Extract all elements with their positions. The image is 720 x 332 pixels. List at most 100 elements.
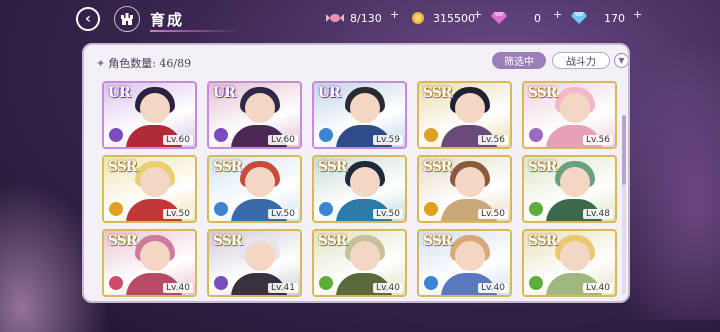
character-card[interactable]: UR Lv.59 — [312, 81, 407, 149]
title-underline — [150, 30, 240, 32]
level-label: Lv.40 — [583, 283, 613, 293]
level-label: Lv.50 — [163, 209, 193, 219]
rarity-badge: SSR — [213, 233, 243, 249]
element-icon — [318, 201, 334, 217]
element-icon — [318, 127, 334, 143]
character-card[interactable]: SSR Lv.56 — [417, 81, 512, 149]
portrait-face — [140, 93, 170, 123]
portrait-face — [140, 241, 170, 271]
character-count: ✦ 角色数量: 46/89 — [96, 55, 191, 71]
rarity-badge: SSR — [528, 85, 558, 101]
level-label: Lv.56 — [583, 135, 613, 145]
filter-button[interactable]: 筛选中 — [492, 52, 546, 69]
portrait-face — [455, 167, 485, 197]
pink-gem-value: 0 — [534, 11, 541, 25]
candy-value: 8/130 — [350, 11, 382, 25]
portrait-face — [455, 93, 485, 123]
character-count-text: 角色数量: 46/89 — [108, 57, 192, 70]
rarity-badge: UR — [318, 85, 341, 101]
portrait-face — [560, 241, 590, 271]
element-icon — [108, 201, 124, 217]
sparkle-icon: ✦ — [96, 57, 106, 70]
rarity-badge: SSR — [423, 233, 453, 249]
level-label: Lv.60 — [268, 135, 298, 145]
element-icon — [423, 275, 439, 291]
back-arrow-icon: ‹ — [85, 11, 91, 27]
gold-value: 315500 — [433, 11, 475, 25]
character-card[interactable]: SSR Lv.50 — [207, 155, 302, 223]
resource-blue-gem: 170 — [570, 10, 625, 26]
element-icon — [213, 275, 229, 291]
portrait-face — [140, 167, 170, 197]
blue-diamond-icon — [570, 10, 588, 26]
rarity-badge: UR — [213, 85, 236, 101]
portrait-face — [245, 93, 275, 123]
character-card[interactable]: UR Lv.60 — [102, 81, 197, 149]
character-panel: ✦ 角色数量: 46/89 筛选中 战斗力 ▼ UR Lv.60 UR Lv.60 UR L… — [82, 43, 630, 303]
level-label: Lv.50 — [373, 209, 403, 219]
portrait-face — [350, 167, 380, 197]
character-card[interactable]: SSR Lv.40 — [417, 229, 512, 297]
candy-icon — [326, 10, 344, 26]
element-icon — [108, 127, 124, 143]
top-bar: ‹ 育成 8/130 + 315500 + 0 + 170 + — [0, 0, 720, 38]
rarity-badge: SSR — [423, 85, 453, 101]
portrait-face — [350, 241, 380, 271]
add-pink-gem-button[interactable]: + — [553, 8, 562, 21]
level-label: Lv.41 — [268, 283, 298, 293]
character-card[interactable]: UR Lv.60 — [207, 81, 302, 149]
element-icon — [528, 127, 544, 143]
add-gold-button[interactable]: + — [473, 8, 482, 21]
pink-diamond-icon — [490, 10, 508, 26]
portrait-face — [350, 93, 380, 123]
character-card[interactable]: SSR Lv.56 — [522, 81, 617, 149]
sort-by-power-button[interactable]: 战斗力 — [552, 52, 610, 69]
character-card[interactable]: SSR Lv.41 — [207, 229, 302, 297]
sort-order-button[interactable]: ▼ — [614, 53, 628, 68]
scrollbar-thumb[interactable] — [622, 115, 626, 185]
level-label: Lv.50 — [268, 209, 298, 219]
rarity-badge: SSR — [213, 159, 243, 175]
portrait-face — [455, 241, 485, 271]
element-icon — [213, 127, 229, 143]
level-label: Lv.40 — [163, 283, 193, 293]
character-card[interactable]: SSR Lv.40 — [102, 229, 197, 297]
level-label: Lv.50 — [478, 209, 508, 219]
element-icon — [108, 275, 124, 291]
level-label: Lv.40 — [478, 283, 508, 293]
home-button[interactable] — [114, 6, 140, 32]
character-card[interactable]: SSR Lv.48 — [522, 155, 617, 223]
element-icon — [423, 127, 439, 143]
element-icon — [213, 201, 229, 217]
level-label: Lv.48 — [583, 209, 613, 219]
level-label: Lv.60 — [163, 135, 193, 145]
element-icon — [318, 275, 334, 291]
rarity-badge: UR — [108, 85, 131, 101]
back-button[interactable]: ‹ — [76, 7, 100, 31]
character-card[interactable]: SSR Lv.50 — [102, 155, 197, 223]
character-card[interactable]: SSR Lv.40 — [522, 229, 617, 297]
resource-gold: 315500 — [409, 10, 475, 26]
add-blue-gem-button[interactable]: + — [633, 8, 642, 21]
element-icon — [423, 201, 439, 217]
level-label: Lv.40 — [373, 283, 403, 293]
blue-gem-value: 170 — [604, 11, 625, 25]
resource-candy: 8/130 — [326, 10, 382, 26]
add-candy-button[interactable]: + — [390, 8, 399, 21]
portrait-face — [560, 93, 590, 123]
rarity-badge: SSR — [108, 233, 138, 249]
character-card[interactable]: SSR Lv.50 — [312, 155, 407, 223]
character-card[interactable]: SSR Lv.40 — [312, 229, 407, 297]
chevron-down-icon: ▼ — [618, 56, 625, 65]
element-icon — [528, 201, 544, 217]
level-label: Lv.59 — [373, 135, 403, 145]
resource-pink-gem: 0 — [490, 10, 541, 26]
rarity-badge: SSR — [318, 233, 348, 249]
page-title: 育成 — [150, 11, 185, 29]
panel-header: ✦ 角色数量: 46/89 筛选中 战斗力 ▼ — [84, 45, 628, 75]
portrait-face — [245, 167, 275, 197]
character-card[interactable]: SSR Lv.50 — [417, 155, 512, 223]
rarity-badge: SSR — [528, 159, 558, 175]
element-icon — [528, 275, 544, 291]
gold-coin-icon — [409, 10, 427, 26]
